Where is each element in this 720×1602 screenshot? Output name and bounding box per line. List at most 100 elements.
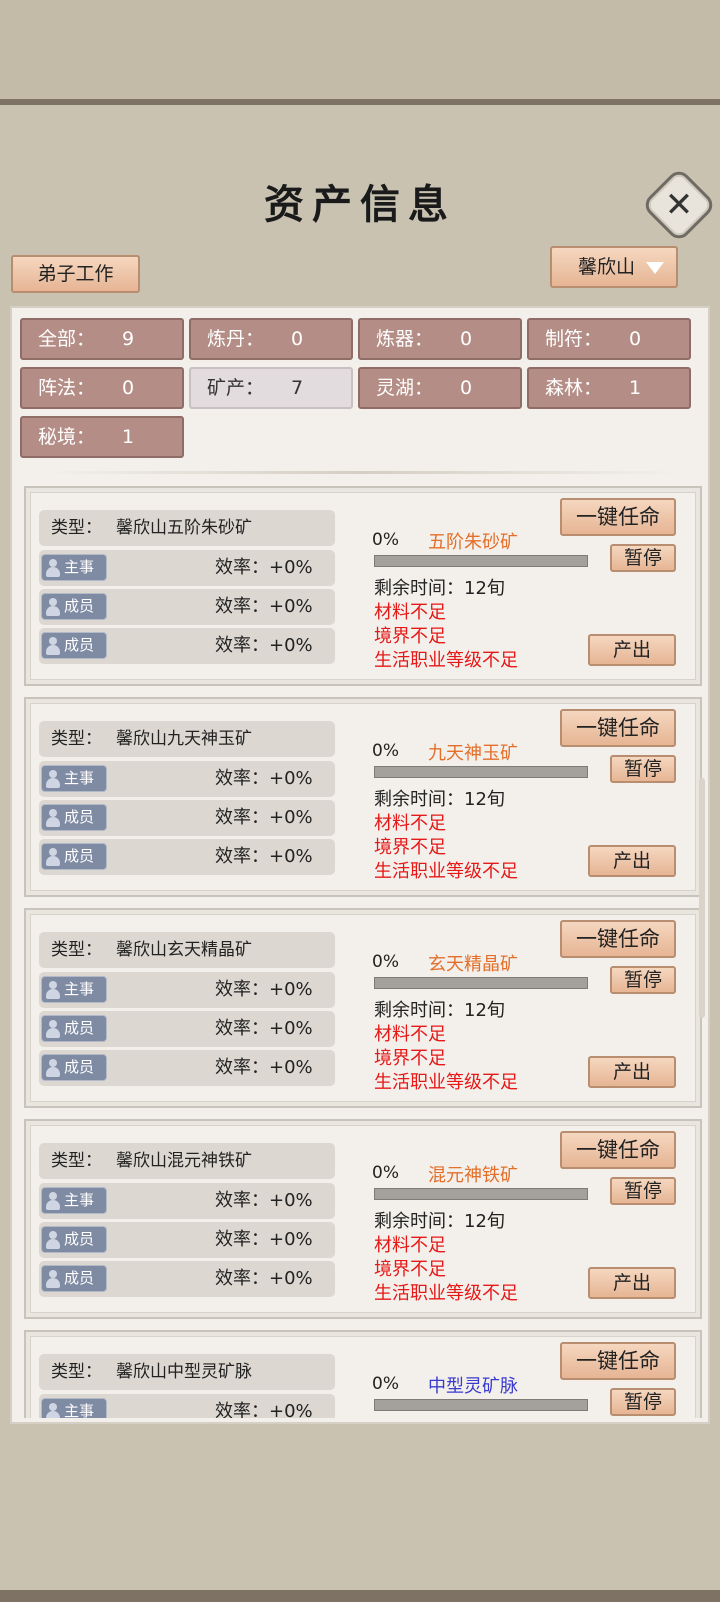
filter-all[interactable]: 全部： 9	[20, 318, 184, 360]
mine-type: 馨欣山玄天精晶矿	[116, 940, 252, 960]
product-name: 九天神玉矿	[428, 743, 518, 764]
progress-percent: 0%	[372, 1374, 399, 1394]
leader-slot[interactable]: 主事 效率：+0%	[39, 972, 335, 1008]
appoint-all-button[interactable]: 一键任命	[560, 1342, 676, 1380]
pause-button[interactable]: 暂停	[610, 544, 676, 572]
leader-tag: 主事	[41, 1398, 107, 1418]
person-icon	[46, 637, 60, 655]
appoint-all-button[interactable]: 一键任命	[560, 498, 676, 536]
member-efficiency: 效率：+0%	[215, 807, 313, 828]
mine-card: 类型： 馨欣山玄天精晶矿 主事 效率：+0% 成员 效率：+0% 成员 效率：+0…	[24, 908, 702, 1108]
filter-mine[interactable]: 矿产： 7	[189, 367, 353, 409]
member-slot[interactable]: 成员 效率：+0%	[39, 800, 335, 836]
output-button[interactable]: 产出	[588, 1267, 676, 1299]
person-icon	[46, 1059, 60, 1077]
leader-tag: 主事	[41, 1187, 107, 1214]
filter-lake[interactable]: 灵湖： 0	[358, 367, 522, 409]
member-slot[interactable]: 成员 效率：+0%	[39, 1011, 335, 1047]
filter-talisman[interactable]: 制符： 0	[527, 318, 691, 360]
member-slot[interactable]: 成员 效率：+0%	[39, 839, 335, 875]
person-icon	[46, 1403, 60, 1418]
leader-tag: 主事	[41, 765, 107, 792]
mine-type: 馨欣山混元神铁矿	[116, 1151, 252, 1171]
type-label: 类型：	[51, 1362, 102, 1382]
leader-slot[interactable]: 主事 效率：+0%	[39, 1394, 335, 1418]
progress-percent: 0%	[372, 1163, 399, 1183]
divider	[42, 471, 682, 474]
member-efficiency: 效率：+0%	[215, 1018, 313, 1039]
top-decoration	[0, 0, 720, 105]
person-icon	[46, 1231, 60, 1249]
member-tag: 成员	[41, 804, 107, 831]
mine-type-row: 类型： 馨欣山混元神铁矿	[39, 1143, 335, 1179]
mine-card: 类型： 馨欣山混元神铁矿 主事 效率：+0% 成员 效率：+0% 成员 效率：+0…	[24, 1119, 702, 1319]
member-tag: 成员	[41, 1226, 107, 1253]
member-slot[interactable]: 成员 效率：+0%	[39, 589, 335, 625]
member-tag: 成员	[41, 843, 107, 870]
member-tag: 成员	[41, 1054, 107, 1081]
person-icon	[46, 1270, 60, 1288]
person-icon	[46, 848, 60, 866]
appoint-all-button[interactable]: 一键任命	[560, 920, 676, 958]
person-icon	[46, 809, 60, 827]
sect-dropdown-value: 馨欣山	[578, 256, 636, 278]
bottom-decoration	[0, 1590, 720, 1602]
scrollbar[interactable]	[699, 778, 705, 1018]
output-button[interactable]: 产出	[588, 845, 676, 877]
appoint-all-button[interactable]: 一键任命	[560, 1131, 676, 1169]
mine-card: 类型： 馨欣山五阶朱砂矿 主事 效率：+0% 成员 效率：+0% 成员 效率：+0…	[24, 486, 702, 686]
filter-alchemy[interactable]: 炼丹： 0	[189, 318, 353, 360]
appoint-all-button[interactable]: 一键任命	[560, 709, 676, 747]
type-label: 类型：	[51, 1151, 102, 1171]
warning-realm: 境界不足	[374, 837, 446, 858]
member-tag: 成员	[41, 632, 107, 659]
product-name: 混元神铁矿	[428, 1165, 518, 1186]
disciple-work-button[interactable]: 弟子工作	[11, 255, 140, 293]
leader-slot[interactable]: 主事 效率：+0%	[39, 550, 335, 586]
member-slot[interactable]: 成员 效率：+0%	[39, 1050, 335, 1086]
remaining-time: 剩余时间：12旬	[374, 578, 505, 599]
person-icon	[46, 559, 60, 577]
progress-bar	[374, 1188, 588, 1200]
output-button[interactable]: 产出	[588, 634, 676, 666]
member-slot[interactable]: 成员 效率：+0%	[39, 628, 335, 664]
member-efficiency: 效率：+0%	[215, 846, 313, 867]
progress-percent: 0%	[372, 741, 399, 761]
member-slot[interactable]: 成员 效率：+0%	[39, 1261, 335, 1297]
sect-dropdown[interactable]: 馨欣山	[550, 246, 678, 288]
pause-button[interactable]: 暂停	[610, 1177, 676, 1205]
warning-realm: 境界不足	[374, 1048, 446, 1069]
leader-slot[interactable]: 主事 效率：+0%	[39, 1183, 335, 1219]
warning-realm: 境界不足	[374, 626, 446, 647]
warning-material: 材料不足	[374, 1235, 446, 1256]
mine-type-row: 类型： 馨欣山玄天精晶矿	[39, 932, 335, 968]
member-slot[interactable]: 成员 效率：+0%	[39, 1222, 335, 1258]
member-tag: 成员	[41, 593, 107, 620]
mine-type-row: 类型： 馨欣山中型灵矿脉	[39, 1354, 335, 1390]
pause-button[interactable]: 暂停	[610, 1388, 676, 1416]
remaining-time: 剩余时间：12旬	[374, 1211, 505, 1232]
mine-type: 馨欣山五阶朱砂矿	[116, 518, 252, 538]
remaining-time: 剩余时间：12旬	[374, 1000, 505, 1021]
pause-button[interactable]: 暂停	[610, 755, 676, 783]
filter-forging[interactable]: 炼器： 0	[358, 318, 522, 360]
pause-button[interactable]: 暂停	[610, 966, 676, 994]
filter-forest[interactable]: 森林： 1	[527, 367, 691, 409]
progress-bar	[374, 766, 588, 778]
output-button[interactable]: 产出	[588, 1056, 676, 1088]
warning-job-level: 生活职业等级不足	[374, 861, 518, 882]
leader-slot[interactable]: 主事 效率：+0%	[39, 761, 335, 797]
asset-panel: 全部： 9 炼丹： 0 炼器： 0 制符： 0 阵法： 0 矿产： 7 灵湖： 0 森林： 1 …	[10, 306, 710, 1424]
person-icon	[46, 598, 60, 616]
filter-secret-realm[interactable]: 秘境： 1	[20, 416, 184, 458]
product-name: 中型灵矿脉	[428, 1376, 518, 1397]
warning-job-level: 生活职业等级不足	[374, 650, 518, 671]
leader-efficiency: 效率：+0%	[215, 557, 313, 578]
warning-job-level: 生活职业等级不足	[374, 1072, 518, 1093]
person-icon	[46, 770, 60, 788]
filter-formation[interactable]: 阵法： 0	[20, 367, 184, 409]
warning-realm: 境界不足	[374, 1259, 446, 1280]
member-tag: 成员	[41, 1015, 107, 1042]
dropdown-arrow-icon	[646, 262, 664, 274]
mine-list[interactable]: 类型： 馨欣山五阶朱砂矿 主事 效率：+0% 成员 效率：+0% 成员 效率：+0…	[24, 486, 704, 1418]
